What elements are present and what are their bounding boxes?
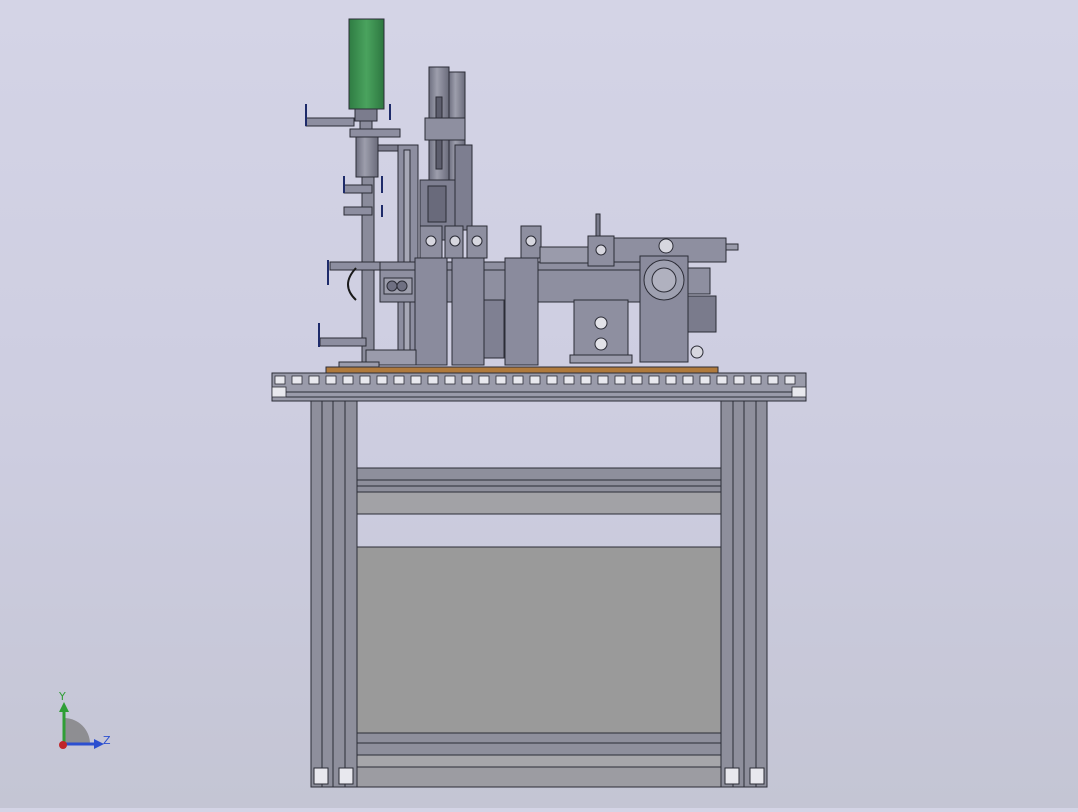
green-motor xyxy=(348,18,385,110)
cad-viewport[interactable]: Y Z xyxy=(0,0,1078,808)
main-panel xyxy=(356,546,722,734)
triad-y-label: Y xyxy=(58,690,66,703)
lower-crossbar xyxy=(356,732,722,756)
orientation-triad: Y Z xyxy=(58,690,111,749)
triad-z-label: Z xyxy=(103,734,111,747)
table-frame xyxy=(271,372,807,788)
machine-assembly xyxy=(305,18,739,368)
upper-panel xyxy=(356,491,722,515)
base-plate xyxy=(325,366,719,374)
bottom-panel xyxy=(356,754,722,768)
floor-bar xyxy=(356,766,722,788)
cad-model-view[interactable]: Y Z xyxy=(0,0,1078,808)
triad-x-axis xyxy=(59,741,67,749)
left-leg xyxy=(310,400,358,788)
triad-quarter-disc xyxy=(64,718,90,744)
pedestal xyxy=(573,299,629,363)
